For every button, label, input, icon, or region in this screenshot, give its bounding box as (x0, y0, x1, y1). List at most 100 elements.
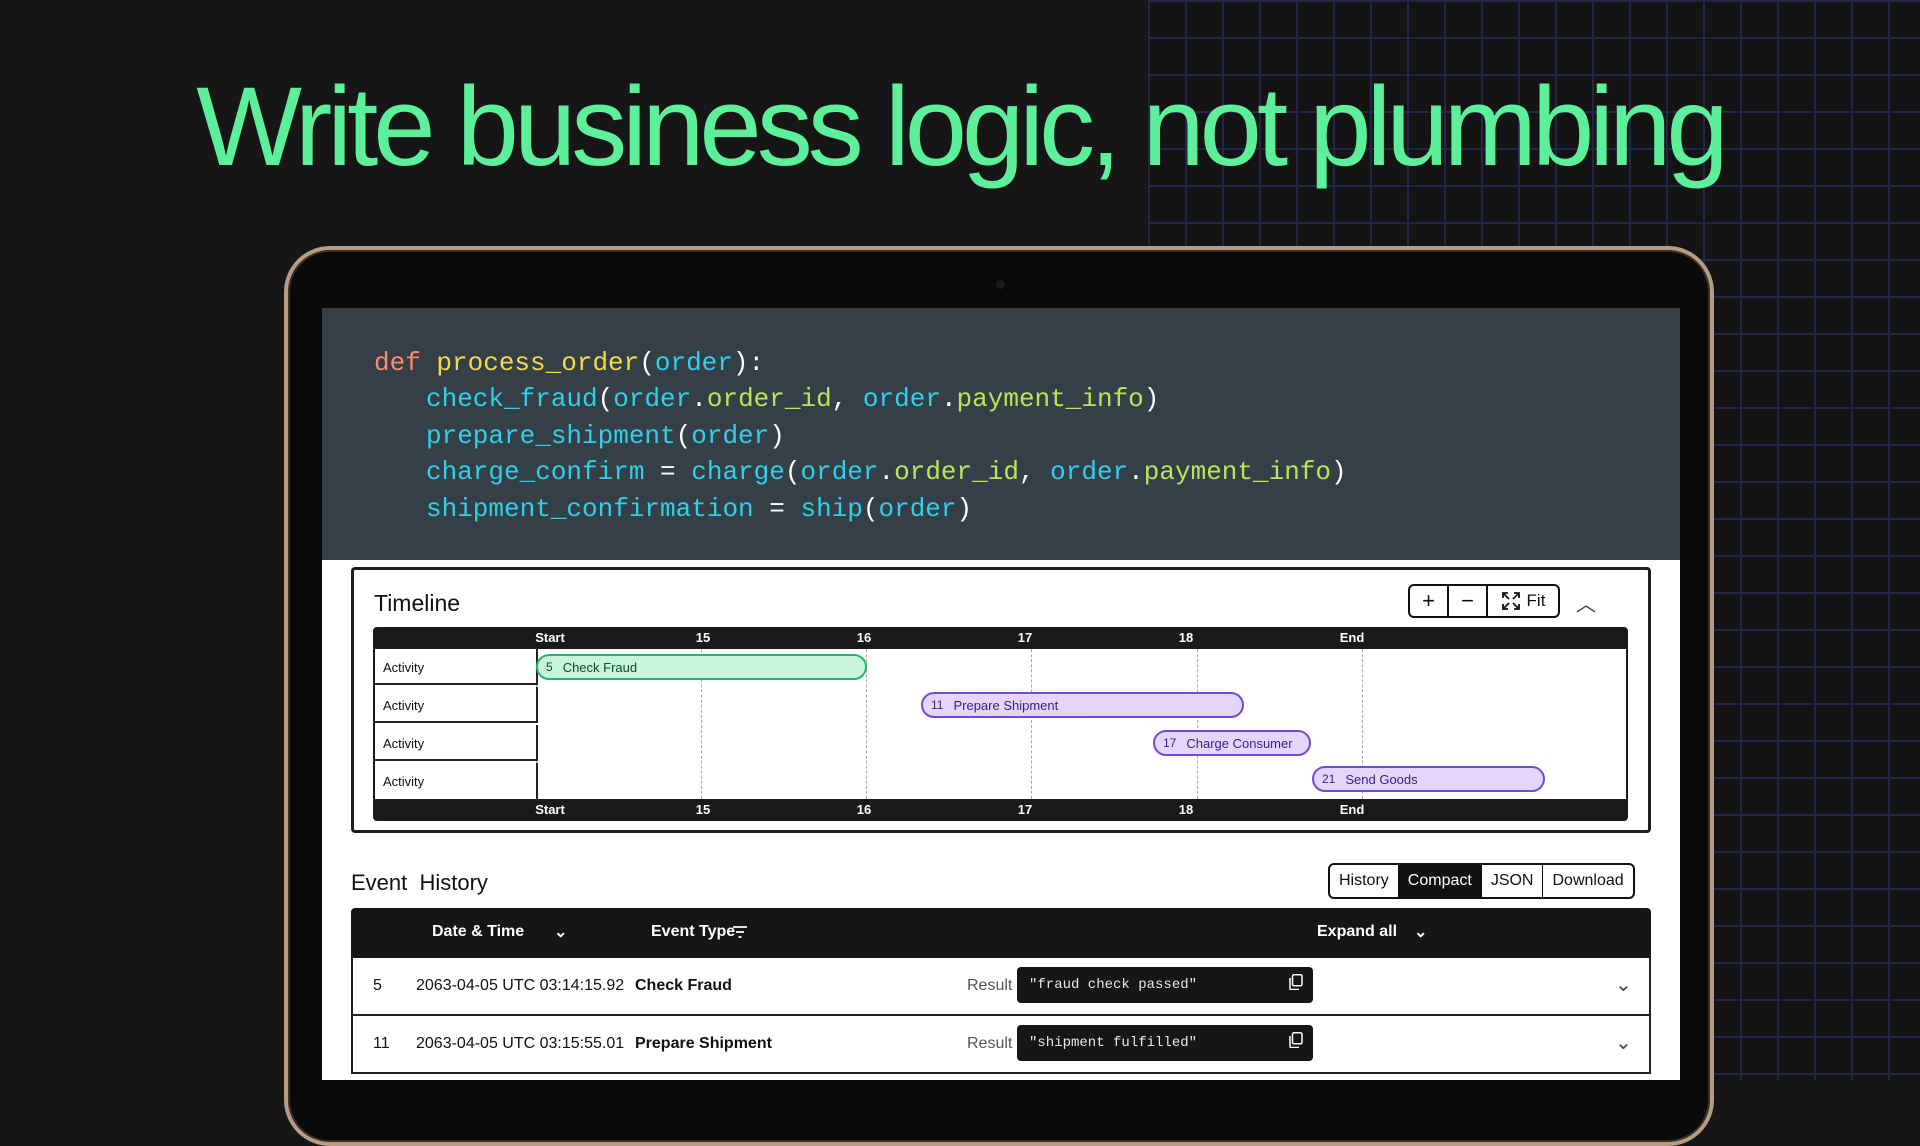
copy-icon[interactable] (1289, 1032, 1303, 1048)
tick-label: 17 (1017, 630, 1033, 645)
chevron-down-icon[interactable]: ⌄ (1414, 922, 1427, 942)
tick-label: 18 (1178, 630, 1194, 645)
tick-label: 17 (1017, 802, 1033, 817)
timeline-bar-prepare-shipment[interactable]: 11 Prepare Shipment (921, 692, 1244, 718)
bar-label: Prepare Shipment (953, 697, 1059, 713)
code-var: order (800, 457, 879, 487)
tick-label: End (1339, 630, 1365, 645)
row-label: Activity (375, 649, 538, 685)
timeline-axis-top: Start 15 16 17 18 End (373, 627, 1628, 649)
expand-all-button[interactable]: Expand all (1317, 923, 1397, 941)
chevron-down-icon[interactable]: ⌄ (1615, 1030, 1632, 1055)
plus-icon: + (1422, 588, 1435, 613)
column-event-type[interactable]: Event Type (651, 923, 735, 941)
code-var: order (613, 384, 692, 414)
code-var: shipment_confirmation (426, 494, 754, 524)
code-line-5: shipment_confirmation = ship(order) (426, 494, 973, 524)
result-value: "fraud check passed" (1029, 977, 1198, 993)
code-keyword: def (374, 348, 421, 378)
table-row[interactable]: 5 2063-04-05 UTC 03:14:15.92 Check Fraud… (351, 958, 1651, 1016)
code-line-3: prepare_shipment(order) (426, 421, 785, 451)
result-box: "fraud check passed" (1017, 967, 1313, 1003)
event-history-title: Event History (351, 870, 488, 895)
code-var: order (691, 421, 770, 451)
headline: Write business logic, not plumbing (196, 64, 1728, 189)
event-type: Prepare Shipment (635, 1035, 772, 1052)
zoom-out-button[interactable]: − (1449, 586, 1488, 616)
event-id: 11 (373, 1035, 390, 1052)
timeline-chart: Start 15 16 17 18 End Activity Activity … (373, 627, 1628, 821)
tick-label: 16 (856, 802, 872, 817)
code-function: process_order (436, 348, 640, 378)
event-date: 2063-04-05 UTC 03:15:55.01 (416, 1035, 625, 1052)
chevron-down-icon[interactable]: ⌄ (554, 922, 567, 942)
row-label: Activity (375, 687, 538, 723)
code-attr: payment_info (1143, 457, 1332, 487)
column-date[interactable]: Date & Time (432, 923, 524, 941)
zoom-controls: + − Fit (1408, 584, 1560, 618)
gridline (1197, 649, 1198, 799)
copy-icon[interactable] (1289, 974, 1303, 990)
timeline-axis-bottom: Start 15 16 17 18 End (373, 799, 1628, 821)
row-label: Activity (375, 763, 538, 799)
tab-compact[interactable]: Compact (1398, 865, 1482, 897)
tab-json[interactable]: JSON (1482, 865, 1544, 897)
code-line-4: charge_confirm = charge(order.order_id, … (426, 457, 1347, 487)
code-attr: payment_info (956, 384, 1144, 414)
chevron-down-icon[interactable]: ⌄ (1615, 972, 1632, 997)
code-var: order (878, 494, 957, 524)
code-function: check_fraud (426, 384, 598, 414)
event-date: 2063-04-05 UTC 03:14:15.92 (416, 977, 625, 994)
event-history-table: Date & Time ⌄ Event Type Expand all ⌄ 5 … (351, 908, 1651, 1080)
tick-label: 15 (695, 802, 711, 817)
gridline (1031, 649, 1032, 799)
tick-label: End (1339, 802, 1365, 817)
timeline-body: Activity Activity Activity Activity 5 Ch… (375, 649, 1626, 799)
result-label: Result (967, 977, 1013, 994)
result-label: Result (967, 1035, 1013, 1052)
expand-icon (1501, 592, 1520, 610)
code-var: order (1050, 457, 1129, 487)
code-attr: order_id (706, 384, 832, 414)
table-row[interactable]: 11 2063-04-05 UTC 03:15:55.01 Prepare Sh… (351, 1016, 1651, 1074)
timeline-bar-check-fraud[interactable]: 5 Check Fraud (536, 654, 867, 680)
tick-label: 15 (695, 630, 711, 645)
table-header: Date & Time ⌄ Event Type Expand all ⌄ (351, 908, 1651, 958)
bar-id: 17 (1163, 736, 1177, 750)
row-label: Activity (375, 725, 538, 761)
bar-label: Check Fraud (562, 659, 638, 675)
app-screen: def process_order(order): check_fraud(or… (322, 308, 1680, 1080)
result-box: "shipment fulfilled" (1017, 1025, 1313, 1061)
chevron-up-icon[interactable]: ︿ (1576, 588, 1596, 617)
fit-label: Fit (1526, 591, 1546, 610)
fit-button[interactable]: Fit (1488, 586, 1558, 616)
tick-label: 18 (1178, 802, 1194, 817)
code-var: charge_confirm (426, 457, 645, 487)
tick-label: 16 (856, 630, 872, 645)
tick-label: Start (535, 802, 565, 817)
bar-id: 11 (931, 698, 944, 712)
code-function: charge (691, 457, 785, 487)
code-line-2: check_fraud(order.order_id, order.paymen… (426, 384, 1160, 414)
timeline-bar-charge-consumer[interactable]: 17 Charge Consumer (1153, 730, 1311, 756)
view-tabs: History Compact JSON Download (1328, 863, 1635, 899)
code-var: order (862, 384, 941, 414)
tab-download[interactable]: Download (1543, 865, 1632, 897)
code-attr: order_id (894, 457, 1019, 487)
code-block: def process_order(order): check_fraud(or… (322, 308, 1680, 560)
bar-id: 21 (1322, 772, 1336, 786)
tab-history[interactable]: History (1330, 865, 1399, 897)
zoom-in-button[interactable]: + (1410, 586, 1449, 616)
event-id: 5 (373, 977, 382, 994)
camera-dot (996, 280, 1005, 289)
bar-id: 5 (546, 660, 553, 674)
event-type: Check Fraud (635, 977, 732, 994)
filter-icon[interactable] (732, 925, 748, 939)
code-line-1: def process_order(order): (374, 348, 765, 378)
timeline-bar-send-goods[interactable]: 21 Send Goods (1312, 766, 1545, 792)
code-arg: order (654, 348, 733, 378)
bar-label: Charge Consumer (1186, 735, 1293, 751)
timeline-title: Timeline (374, 590, 461, 616)
code-function: ship (800, 494, 863, 524)
minus-icon: − (1461, 588, 1474, 613)
